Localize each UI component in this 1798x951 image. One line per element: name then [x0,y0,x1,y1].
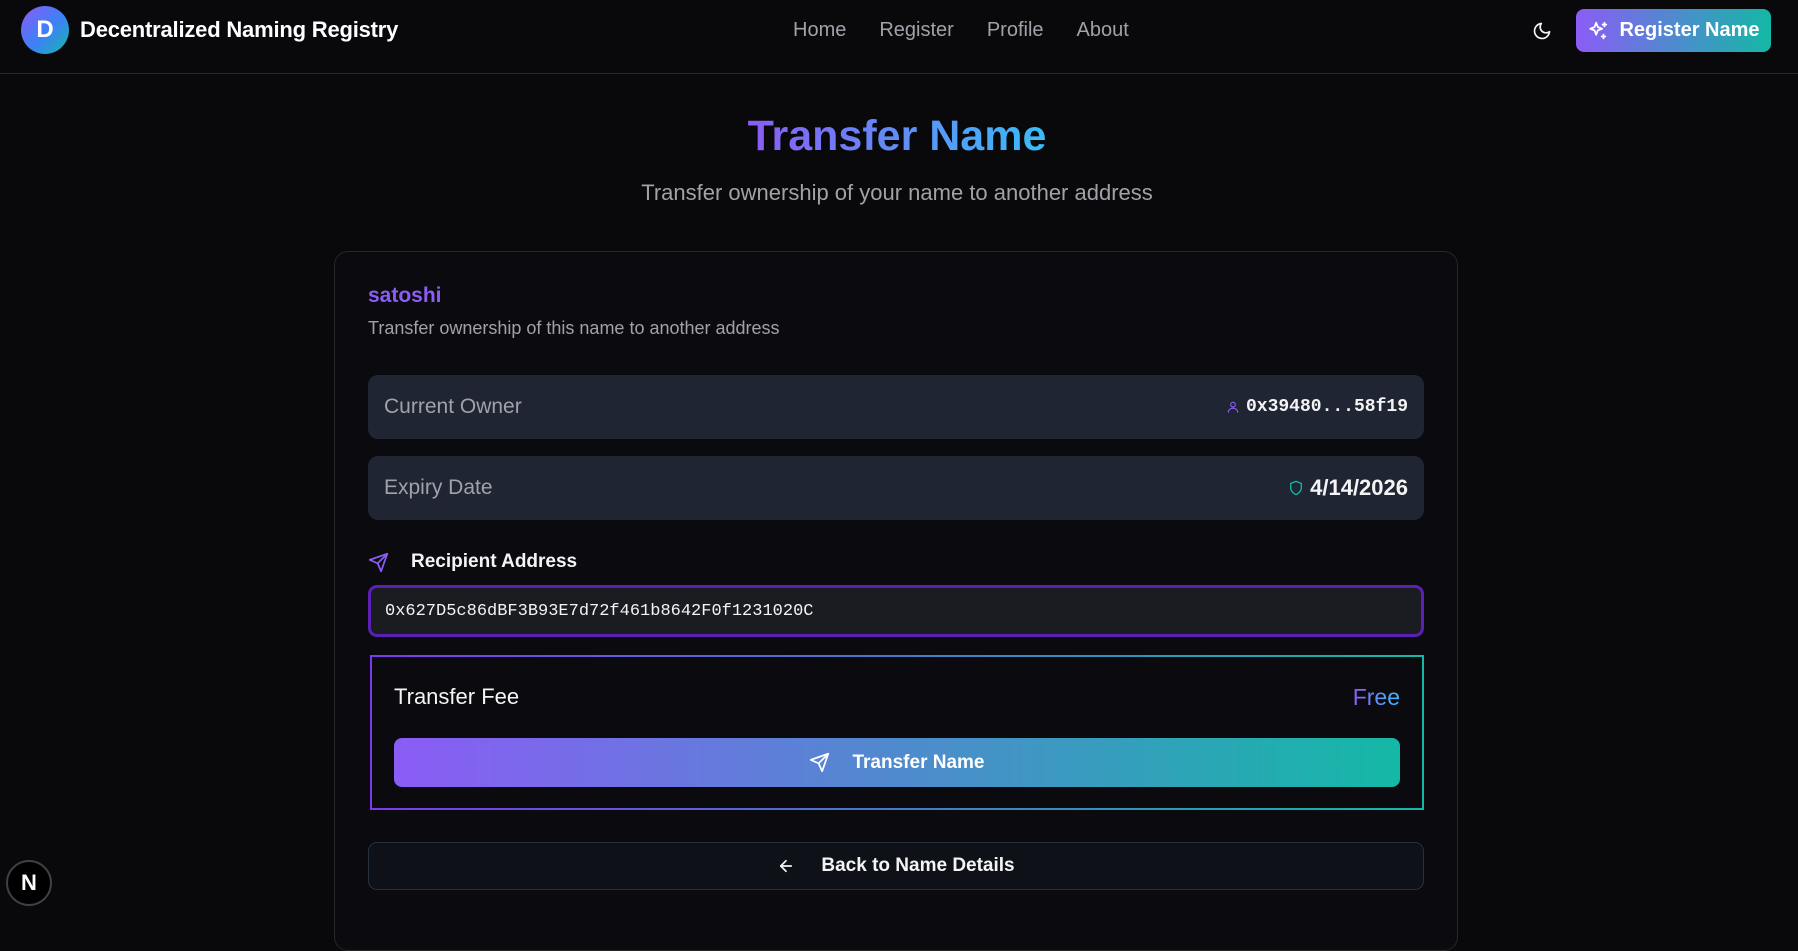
current-owner-value-wrap: 0x39480...58f19 [1226,375,1408,439]
brand-logo: D [21,6,69,54]
shield-icon [1290,480,1303,496]
expiry-date-label: Expiry Date [384,476,493,499]
brand[interactable]: D Decentralized Naming Registry [21,6,398,54]
transfer-name-label: Transfer Name [852,751,985,773]
expiry-date-value-wrap: 4/14/2026 [1288,456,1408,520]
transfer-fee-label: Transfer Fee [394,684,520,709]
nav-links: Home Register Profile About [793,19,1162,42]
card-description: Transfer ownership of this name to anoth… [368,318,780,338]
transfer-fee-box: Transfer Fee Free Transfer Name [370,655,1424,810]
current-owner-value: 0x39480...58f19 [1245,397,1408,417]
recipient-address-input[interactable] [368,585,1424,637]
current-owner-label: Current Owner [384,395,522,418]
nav-link-home[interactable]: Home [793,19,846,42]
transfer-name-button[interactable]: Transfer Name [394,738,1400,787]
register-name-button[interactable]: Register Name [1576,9,1771,52]
dev-tools-badge[interactable]: N [6,860,52,906]
recipient-label-row: Recipient Address [368,551,577,573]
send-icon [810,752,830,773]
user-icon [1227,401,1239,413]
back-to-name-details-button[interactable]: Back to Name Details [368,842,1424,890]
moon-icon [1533,22,1551,40]
arrow-left-icon [780,859,793,873]
theme-toggle-button[interactable] [1527,16,1557,46]
back-to-name-details-label: Back to Name Details [821,855,1015,876]
send-icon [368,552,389,572]
page-title: Transfer Name [747,112,1047,160]
brand-name: Decentralized Naming Registry [80,17,399,42]
top-navbar: D Decentralized Naming Registry Home Reg… [0,0,1798,74]
sparkles-icon [1589,21,1608,39]
nav-link-about[interactable]: About [1077,19,1129,42]
transfer-fee-value: Free [1352,684,1400,710]
register-name-label: Register Name [1619,19,1760,41]
nav-link-profile[interactable]: Profile [987,19,1044,42]
transfer-card: satoshi Transfer ownership of this name … [334,251,1458,951]
nav-link-register[interactable]: Register [879,19,953,42]
expiry-date-row: Expiry Date 4/14/2026 [368,456,1424,520]
page-subtitle: Transfer ownership of your name to anoth… [641,180,1153,205]
expiry-date-value: 4/14/2026 [1310,475,1408,500]
recipient-address-label: Recipient Address [411,551,578,572]
name-title: satoshi [368,284,442,307]
current-owner-row: Current Owner 0x39480...58f19 [368,375,1424,439]
